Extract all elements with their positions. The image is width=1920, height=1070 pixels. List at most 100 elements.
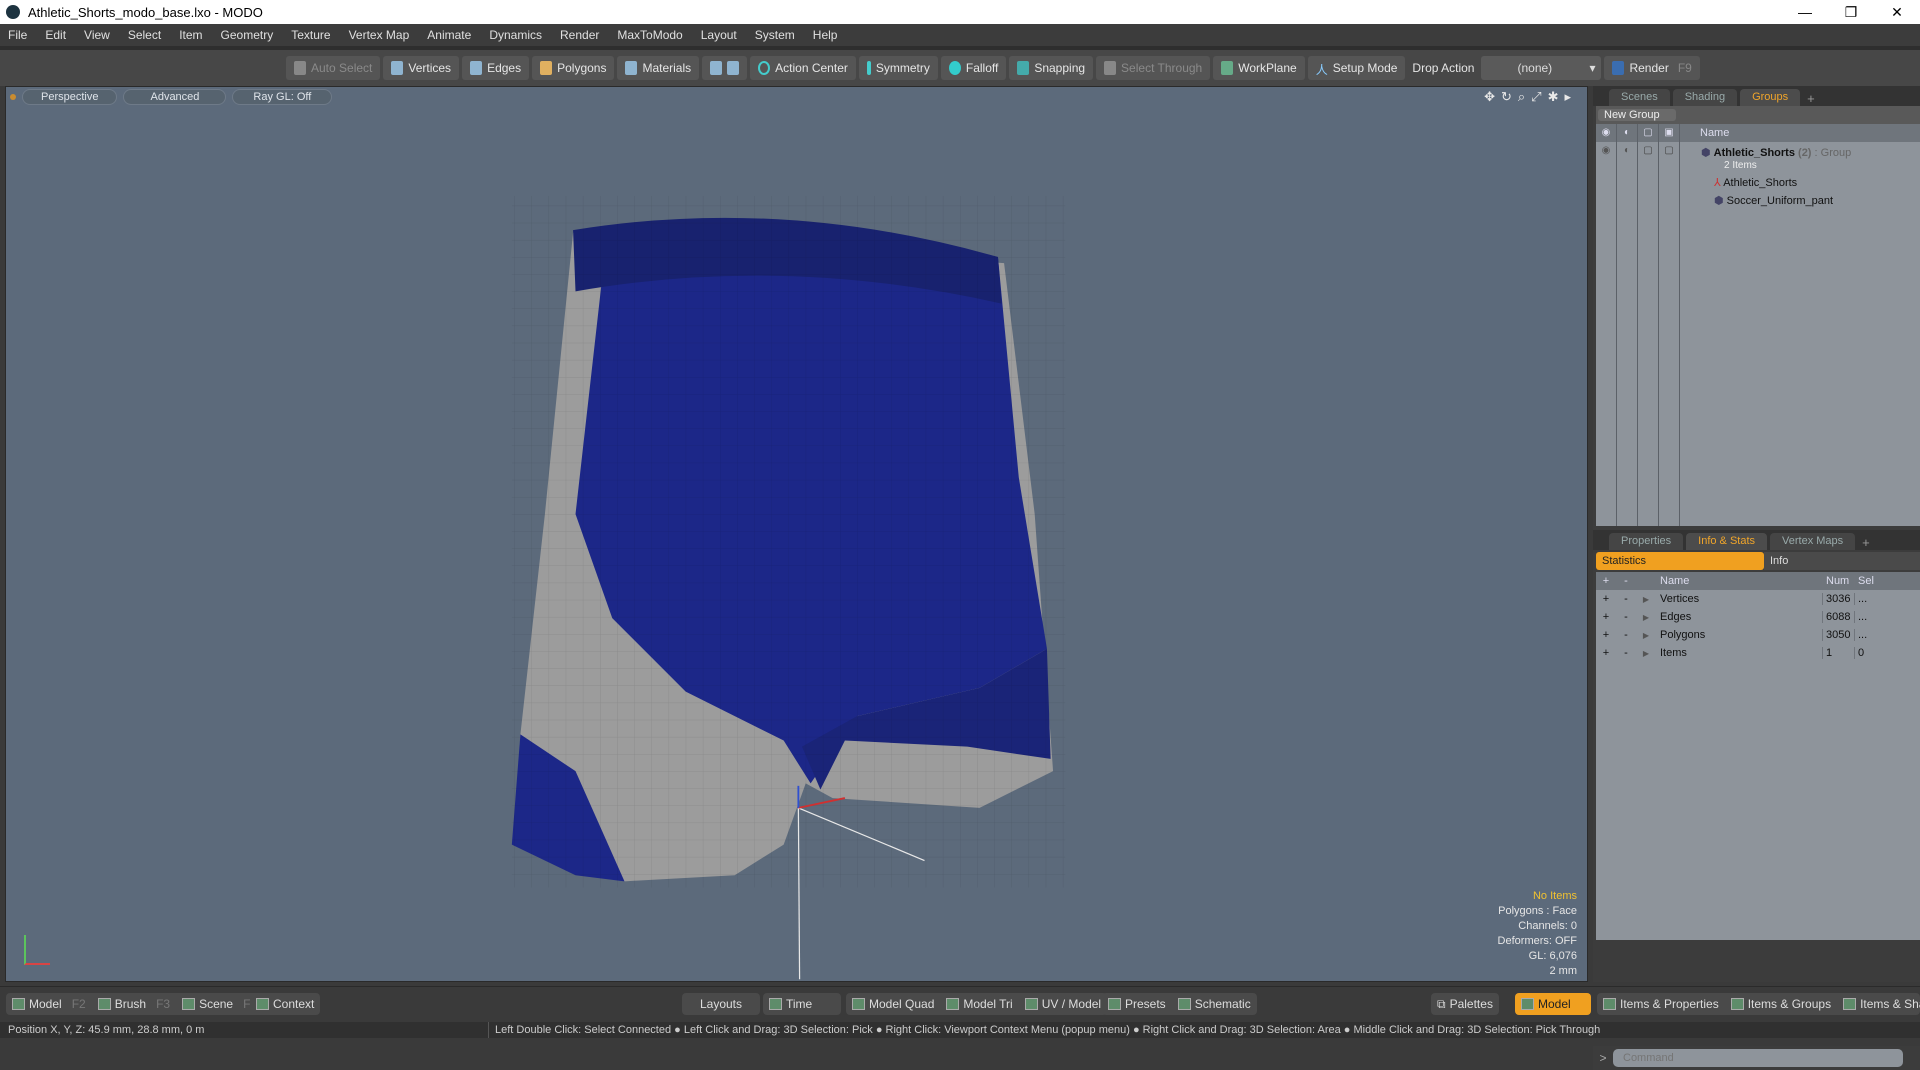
items-shading-button[interactable]: Items & Shading	[1837, 993, 1920, 1015]
group-row[interactable]: ⬢ Athletic_Shorts (2) : Group	[1701, 146, 1851, 159]
action-center-button[interactable]: Action Center	[750, 56, 856, 80]
view-perspective-tab[interactable]: Perspective	[22, 89, 118, 105]
tab-vertex-maps[interactable]: Vertex Maps	[1770, 533, 1856, 550]
tab-scenes[interactable]: Scenes	[1609, 89, 1670, 106]
expand-arrow-icon[interactable]: ▶	[1636, 631, 1656, 640]
remove-icon[interactable]: -	[1616, 611, 1636, 623]
uv-model-button[interactable]: UV / Model	[1019, 993, 1107, 1015]
collapse-all-icon[interactable]: -	[1616, 575, 1636, 587]
gear-icon[interactable]: ✱	[1548, 89, 1559, 105]
pan-icon[interactable]: ✥	[1484, 89, 1495, 105]
model-tab-button[interactable]: Model	[1515, 993, 1591, 1015]
materials-button[interactable]: Materials	[617, 56, 700, 80]
selection-sets-button[interactable]	[702, 56, 748, 80]
expand-all-icon[interactable]: +	[1596, 575, 1616, 587]
menu-system[interactable]: System	[755, 28, 795, 42]
model-tri-button[interactable]: Model Tri	[940, 993, 1018, 1015]
add-icon[interactable]: +	[1596, 647, 1616, 659]
3d-viewport[interactable]: Perspective Advanced Ray GL: Off ✥ ↻ ⌕ ⤢…	[5, 86, 1588, 982]
table-row[interactable]: + - ▶ Polygons 3050...	[1596, 626, 1920, 644]
palettes-button[interactable]: ⧉ Palettes	[1431, 993, 1499, 1015]
ray-gl-tab[interactable]: Ray GL: Off	[232, 89, 333, 105]
group-child-row[interactable]: ⬢ Soccer_Uniform_pant	[1714, 194, 1833, 207]
expand-arrow-icon[interactable]: ▶	[1636, 613, 1656, 622]
drop-action-select[interactable]: (none) ▾	[1481, 56, 1602, 80]
model-layout-button[interactable]: Model F2	[6, 993, 92, 1015]
time-button[interactable]: Time	[763, 993, 818, 1015]
expand-arrow-icon[interactable]: ▶	[1636, 649, 1656, 658]
setup-mode-button[interactable]: 人 Setup Mode	[1307, 56, 1406, 80]
menu-animate[interactable]: Animate	[427, 28, 471, 42]
restore-button[interactable]: ❐	[1828, 0, 1874, 24]
viewport-menu-dot[interactable]	[10, 94, 16, 100]
menu-file[interactable]: File	[8, 28, 27, 42]
row-select-toggle[interactable]: ▢	[1659, 142, 1680, 526]
remove-icon[interactable]: -	[1616, 593, 1636, 605]
remove-icon[interactable]: -	[1616, 647, 1636, 659]
info-stats-panel: Properties Info & Stats Vertex Maps + St…	[1593, 530, 1920, 1070]
context-button[interactable]: Context	[250, 993, 320, 1015]
add-tab-icon[interactable]: +	[1803, 91, 1819, 106]
menu-select[interactable]: Select	[128, 28, 161, 42]
materials-icon	[625, 61, 638, 75]
auto-select-button[interactable]: Auto Select	[286, 56, 381, 80]
brush-layout-button[interactable]: Brush F3	[92, 993, 176, 1015]
menu-geometry[interactable]: Geometry	[221, 28, 274, 42]
select-through-button[interactable]: Select Through	[1096, 56, 1211, 80]
add-icon[interactable]: +	[1596, 593, 1616, 605]
table-row[interactable]: + - ▶ Vertices 3036...	[1596, 590, 1920, 608]
menu-vertex-map[interactable]: Vertex Map	[349, 28, 410, 42]
menu-render[interactable]: Render	[560, 28, 599, 42]
add-icon[interactable]: +	[1596, 629, 1616, 641]
tab-properties[interactable]: Properties	[1609, 533, 1684, 550]
menu-texture[interactable]: Texture	[291, 28, 330, 42]
tab-statistics[interactable]: Statistics	[1596, 552, 1764, 570]
menu-layout[interactable]: Layout	[701, 28, 737, 42]
window-title: Athletic_Shorts_modo_base.lxo - MODO	[28, 4, 263, 20]
layouts-button[interactable]: Layouts	[694, 993, 748, 1015]
menu-item[interactable]: Item	[179, 28, 202, 42]
render-button[interactable]: Render F9	[1604, 56, 1700, 80]
new-group-button[interactable]: New Group	[1598, 109, 1676, 121]
close-button[interactable]: ✕	[1874, 0, 1920, 24]
rotate-icon[interactable]: ↻	[1501, 89, 1512, 105]
edges-button[interactable]: Edges	[462, 56, 530, 80]
command-input[interactable]	[1613, 1049, 1903, 1067]
layout-icon	[1730, 998, 1744, 1010]
schematic-button[interactable]: Schematic	[1172, 993, 1257, 1015]
menu-view[interactable]: View	[84, 28, 110, 42]
add-icon[interactable]: +	[1596, 611, 1616, 623]
model-quad-button[interactable]: Model Quad	[846, 993, 940, 1015]
snapping-button[interactable]: Snapping	[1009, 56, 1094, 80]
menu-edit[interactable]: Edit	[45, 28, 66, 42]
group-child-row[interactable]: ⅄ Athletic_Shorts	[1714, 176, 1797, 189]
workplane-button[interactable]: WorkPlane	[1213, 56, 1305, 80]
row-visibility-toggle[interactable]: ◉	[1596, 142, 1617, 526]
row-lock-toggle[interactable]: ▢	[1638, 142, 1659, 526]
vertices-button[interactable]: Vertices	[383, 56, 460, 80]
remove-icon[interactable]: -	[1616, 629, 1636, 641]
table-row[interactable]: + - ▶ Items 1 0	[1596, 644, 1920, 662]
menu-maxtomodo[interactable]: MaxToModo	[617, 28, 682, 42]
menu-dynamics[interactable]: Dynamics	[489, 28, 542, 42]
view-advanced-tab[interactable]: Advanced	[123, 89, 227, 105]
falloff-button[interactable]: Falloff	[940, 56, 1007, 80]
items-properties-button[interactable]: Items & Properties	[1597, 993, 1725, 1015]
menu-help[interactable]: Help	[813, 28, 838, 42]
presets-button[interactable]: Presets	[1102, 993, 1172, 1015]
minimize-button[interactable]: —	[1782, 0, 1828, 24]
polygons-button[interactable]: Polygons	[532, 56, 615, 80]
maximize-icon[interactable]: ⤢	[1531, 89, 1541, 105]
tab-groups[interactable]: Groups	[1740, 89, 1801, 106]
tab-info-stats[interactable]: Info & Stats	[1686, 533, 1768, 550]
zoom-icon[interactable]: ⌕	[1518, 89, 1525, 105]
play-icon[interactable]: ▸	[1564, 89, 1571, 105]
symmetry-button[interactable]: Symmetry	[858, 56, 938, 80]
row-render-toggle[interactable]: ◐	[1617, 142, 1638, 526]
tab-shading[interactable]: Shading	[1672, 89, 1738, 106]
tab-info[interactable]: Info	[1764, 552, 1920, 570]
add-tab-icon[interactable]: +	[1858, 535, 1874, 550]
items-groups-button[interactable]: Items & Groups	[1725, 993, 1837, 1015]
expand-arrow-icon[interactable]: ▶	[1636, 595, 1656, 604]
table-row[interactable]: + - ▶ Edges 6088...	[1596, 608, 1920, 626]
